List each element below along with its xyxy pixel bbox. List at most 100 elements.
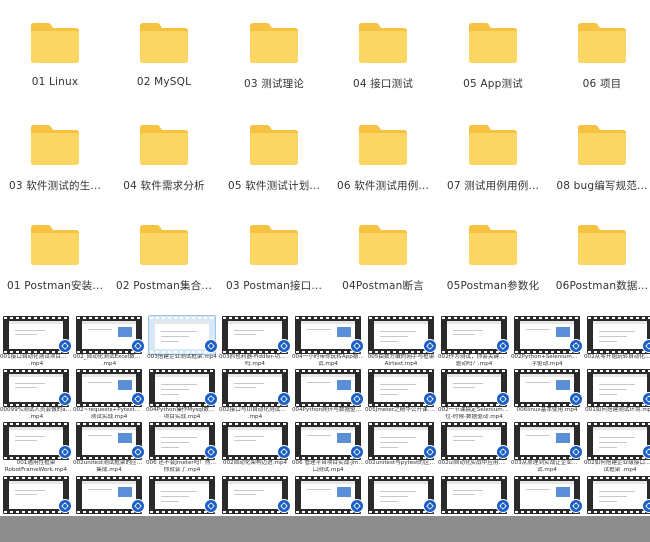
video-file[interactable]: 002自动化架构迈进.mp4 (219, 422, 291, 474)
video-filename: 002一节课搞定Selenium元素定位-时候-数据驱动.mp4 (438, 407, 510, 420)
folder-item[interactable]: 06 项目 (547, 20, 650, 116)
folder-item[interactable]: 01 Linux (0, 20, 110, 116)
video-file[interactable]: 002如何搭建企业级接口自动化测试框架 .mp4 (584, 422, 650, 474)
video-file[interactable]: 003抓包利器-Fiddler-功能全了 吗.mp4 (219, 316, 291, 368)
video-file[interactable]: 004一小时带你玩转App稳定性测试.mp4 (292, 316, 364, 368)
player-badge-icon (204, 392, 218, 406)
video-file[interactable]: 00099%测试人员会做的app测试.mp4 (0, 369, 72, 421)
folder-item[interactable]: 04Postman断言 (328, 222, 438, 318)
video-row-2: 00099%测试人员会做的app测试.mp4002~requests+Pytes… (0, 369, 650, 421)
player-badge-icon (131, 499, 145, 513)
player-badge-icon (277, 499, 291, 513)
player-badge-icon (58, 392, 72, 406)
folder-item[interactable]: 05 软件测试计划... (219, 122, 329, 218)
video-filename: 001如何搭建测试环境.mp4 (585, 407, 650, 413)
player-badge-icon (58, 445, 72, 459)
folder-row-3: 01 Postman安装... 02 Postman集合... 03 Postman… (0, 222, 650, 322)
player-badge-icon (569, 392, 583, 406)
video-filename: 002作为测试，你会关键字和数据驱动吗？.mp4 (438, 354, 510, 367)
player-badge-icon (277, 392, 291, 406)
video-file[interactable]: 006 还不会Jmeter吗！然了这个你就会了.mp4 (146, 422, 218, 474)
player-badge-icon (350, 392, 364, 406)
folder-label: 05 App测试 (463, 78, 523, 90)
folder-icon (468, 222, 518, 266)
player-badge-icon (569, 445, 583, 459)
video-filename: 003搭建企业测试框架.mp4 (147, 354, 217, 360)
player-badge-icon (131, 392, 145, 406)
video-file[interactable]: 003搭建企业测试框架.mp4 (146, 315, 218, 368)
folder-item[interactable]: 04 接口测试 (328, 20, 438, 116)
folder-item[interactable]: 06Postman数据... (547, 222, 650, 318)
video-file[interactable]: 005由数方嫩的网手与框架 Airtest.mp4 (365, 316, 437, 368)
folder-label: 06Postman数据... (555, 280, 649, 292)
folder-icon (358, 122, 408, 166)
folder-label: 03 Postman接口... (226, 280, 322, 292)
folder-icon (577, 20, 627, 64)
video-file[interactable]: 002一节课搞定Selenium元素定位-时候-数据驱动.mp4 (438, 369, 510, 421)
video-filename: 003抓包利器-Fiddler-功能全了 吗.mp4 (219, 354, 291, 367)
video-file[interactable]: 003从原理到实战让企业的接口测试.mp4 (511, 422, 583, 474)
video-file[interactable]: 005Jmeter之精华公开课.mp4 (365, 369, 437, 421)
video-filename: 005由数方嫩的网手与框架 Airtest.mp4 (367, 354, 435, 367)
folder-item[interactable]: 08 bug编写规范... (547, 122, 650, 218)
player-badge-icon (350, 499, 364, 513)
player-badge-icon (496, 445, 510, 459)
folder-item[interactable]: 07 测试用例用例... (438, 122, 548, 218)
folder-label: 03 测试理论 (243, 78, 305, 90)
folder-item[interactable]: 05 App测试 (438, 20, 548, 116)
video-filename: 004一小时带你玩转App稳定性测试.mp4 (292, 354, 364, 367)
video-file[interactable]: 002ui自动化实战中应用.mp4 (438, 422, 510, 474)
video-filename: 006 还不会Jmeter吗！然了这个你就会了.mp4 (146, 460, 218, 473)
video-file[interactable]: 002接口与UI自动化测试的应用 .mp4 (219, 369, 291, 421)
video-filename: 002接口与UI自动化测试的应用 .mp4 (219, 407, 291, 420)
video-file[interactable]: 001接口自动化测试项目实战 .mp4 (0, 316, 72, 368)
video-file[interactable]: 002unitest测试框架的应用与数据集成.mp4 (73, 422, 145, 474)
folder-item[interactable]: 03 测试理论 (219, 20, 329, 116)
video-file[interactable]: 002unitest与pytest的区别.mp4 (365, 422, 437, 474)
video-file[interactable]: 002Python+Selenium实现关键字驱动.mp4 (511, 316, 583, 368)
folder-row-1: 01 Linux 02 MySQL 03 测试理论 04 接口测试 05 App测试 06… (0, 20, 650, 120)
player-badge-icon (642, 445, 650, 459)
video-filename: 006 管理平台项目实战-Jmeter接口测试.mp4 (292, 460, 364, 473)
folder-label: 05Postman参数化 (446, 280, 540, 292)
video-file[interactable]: 006 管理平台项目实战-Jmeter接口测试.mp4 (292, 422, 364, 474)
video-file[interactable]: 006linux基本使用.mp4 (511, 369, 583, 421)
video-file[interactable]: 002作为测试，你会关键字和数据驱动吗？.mp4 (438, 316, 510, 368)
video-file[interactable]: 002从零开始玩转自动化.mp4 (584, 316, 650, 368)
video-file[interactable]: 001如何搭建测试环境.mp4 (584, 369, 650, 421)
folder-item[interactable]: 01 Postman安装... (0, 222, 110, 318)
folder-label: 01 Linux (31, 76, 79, 88)
folder-label: 04Postman断言 (342, 280, 424, 292)
video-row-3: 001通用性框架 RobotFrameWork.mp4 002unitest测试框架… (0, 422, 650, 474)
video-file[interactable]: 004Python操作Mysql数据库综合项目实战.mp4 (146, 369, 218, 421)
player-badge-icon (496, 499, 510, 513)
folder-item[interactable]: 06 软件测试用例... (328, 122, 438, 218)
video-filename: 001接口自动化测试项目实战 .mp4 (0, 354, 72, 367)
folder-label: 03 软件测试的生... (8, 180, 102, 192)
video-file[interactable]: 001通用性框架 RobotFrameWork.mp4 (0, 422, 72, 474)
folder-label: 02 Postman集合... (116, 280, 212, 292)
video-file[interactable]: 002_自动化测试Excel数据驱动 .mp4 (73, 316, 145, 368)
folder-icon (358, 20, 408, 64)
video-filename: 003从原理到实战让企业的接口测试.mp4 (511, 460, 583, 473)
folder-item[interactable]: 02 Postman集合... (109, 222, 219, 318)
player-badge-icon (204, 339, 218, 353)
player-badge-icon (131, 445, 145, 459)
video-file[interactable]: 004Python爬环与数据驱动.mp4 (292, 369, 364, 421)
folder-label: 07 测试用例用例... (446, 180, 540, 192)
folder-item[interactable]: 03 软件测试的生... (0, 122, 110, 218)
folder-label: 01 Postman安装... (7, 280, 103, 292)
folder-label: 02 MySQL (136, 76, 192, 88)
video-filename: 002从零开始玩转自动化.mp4 (584, 354, 650, 360)
folder-item[interactable]: 04 软件需求分析 (109, 122, 219, 218)
video-file[interactable]: 002~requests+Pytest接口自动化测试实战.mp4 (73, 369, 145, 421)
folder-item[interactable]: 02 MySQL (109, 20, 219, 116)
player-badge-icon (204, 499, 218, 513)
player-badge-icon (423, 392, 437, 406)
player-badge-icon (569, 499, 583, 513)
folder-item[interactable]: 05Postman参数化 (438, 222, 548, 318)
folder-item[interactable]: 03 Postman接口... (219, 222, 329, 318)
video-filename: 001通用性框架 RobotFrameWork.mp4 (4, 460, 68, 473)
player-badge-icon (423, 339, 437, 353)
video-filename: 002如何搭建企业级接口自动化测试框架 .mp4 (584, 460, 650, 473)
